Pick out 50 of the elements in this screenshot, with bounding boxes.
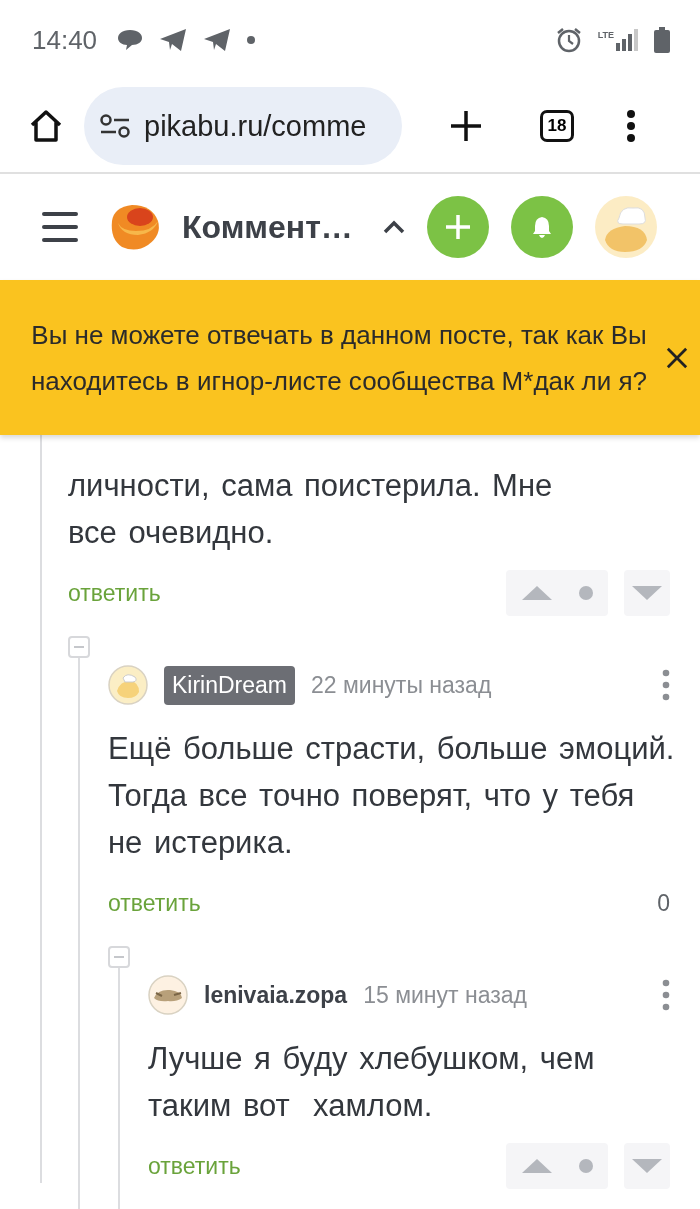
notice-text: Вы не можете отвечать в данном посте, так как Вы находитесь в игнор-листе сообщества М*дак ли я? [29, 318, 649, 398]
chevron-up-icon[interactable] [382, 220, 405, 234]
reply-link[interactable]: ответить [68, 579, 161, 607]
menu-icon[interactable] [626, 109, 636, 143]
avatar-icon[interactable] [148, 975, 188, 1015]
upvote-button[interactable] [506, 570, 608, 616]
dot-icon [247, 36, 256, 44]
bell-icon [530, 215, 553, 239]
comment-time: 22 минуты назад [311, 671, 493, 699]
dot-icon [579, 586, 593, 600]
signal-icon [616, 29, 638, 51]
status-time: 14:40 [32, 24, 98, 56]
site-settings-icon[interactable] [100, 114, 130, 138]
comment-text: Лучше я буду хлебушком, чем таким вот хамлом. [148, 1040, 596, 1125]
send-icon [159, 28, 188, 52]
new-tab-icon[interactable] [450, 110, 482, 142]
author-name[interactable]: lenivaia.zopa [204, 981, 348, 1009]
reply-link[interactable]: ответить [148, 1152, 241, 1180]
collapse-button[interactable] [68, 636, 90, 658]
triangle-up-icon [521, 1158, 553, 1174]
close-icon[interactable] [666, 346, 688, 369]
plus-icon [444, 214, 471, 240]
page-title: Коммент… [182, 208, 353, 246]
comment-text: Ещё больше страсти, больше эмоций. Тогда все точно поверят, что у тебя не истерика. [108, 730, 676, 862]
more-options-icon[interactable] [662, 669, 670, 701]
alarm-icon [555, 27, 582, 53]
triangle-down-icon [631, 1158, 663, 1174]
tab-count-button[interactable]: 18 [540, 110, 574, 142]
collapse-button[interactable] [108, 946, 130, 968]
send-icon [203, 28, 232, 52]
home-icon[interactable] [28, 109, 64, 143]
upvote-button[interactable] [506, 1143, 608, 1189]
network-type: LTE [597, 30, 614, 40]
url-text: pikabu.ru/comme [144, 109, 367, 143]
more-options-icon[interactable] [662, 979, 670, 1011]
rating-score: 0 [657, 889, 670, 917]
triangle-up-icon [521, 585, 553, 601]
comment-time: 15 минут назад [363, 981, 528, 1009]
triangle-down-icon [631, 585, 663, 601]
reply-link[interactable]: ответить [108, 889, 201, 917]
downvote-button[interactable] [624, 570, 670, 616]
address-bar[interactable]: pikabu.ru/comme [84, 87, 402, 165]
dot-icon [579, 1159, 593, 1173]
avatar-icon[interactable] [594, 196, 657, 258]
author-name[interactable]: KirinDream [164, 665, 296, 705]
battery-icon [654, 27, 670, 53]
chat-icon [117, 29, 144, 51]
menu-icon[interactable] [42, 211, 78, 243]
downvote-button[interactable] [624, 1143, 670, 1189]
comment-text: личности, сама поистерила. Мне все очевидно. [68, 467, 554, 552]
